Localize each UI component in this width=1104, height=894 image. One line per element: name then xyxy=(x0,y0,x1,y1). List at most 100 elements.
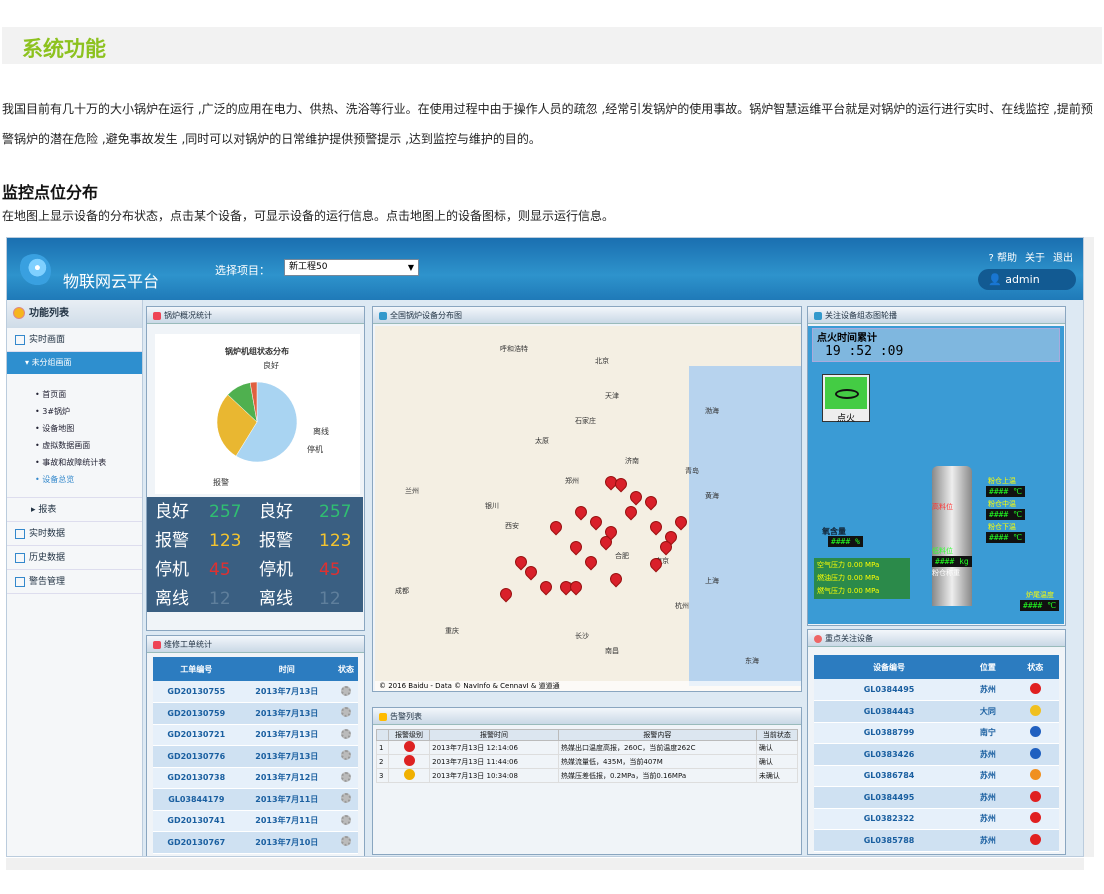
map-pin-icon[interactable] xyxy=(672,513,690,531)
table-row[interactable]: GD20130738 2013年7月12日 xyxy=(153,767,358,789)
status-light-icon xyxy=(1011,786,1059,809)
stat-row: 停机 45 停机 45 xyxy=(147,559,363,582)
col-state: 当前状态 xyxy=(755,729,799,741)
order-time: 2013年7月13日 xyxy=(239,702,334,725)
horizontal-scrollbar[interactable] xyxy=(6,858,1084,870)
map-pin-icon[interactable] xyxy=(587,513,605,531)
stat-label: 良好 xyxy=(259,502,293,522)
map-city-label: 太原 xyxy=(535,437,549,445)
table-row[interactable]: GL0386784 苏州 xyxy=(814,765,1059,787)
sidebar-sub-accident[interactable]: • 事故和故障统计表 xyxy=(7,454,142,471)
warning-icon xyxy=(379,712,387,721)
table-row[interactable]: 1 2013年7月13日 12:14:06 热媒出口温度高报，260C，当前温度26… xyxy=(376,740,799,755)
logo-icon xyxy=(17,254,51,288)
stat-label: 报警 xyxy=(155,531,189,551)
gear-icon xyxy=(333,681,358,703)
logout-link[interactable]: 退出 xyxy=(1053,253,1073,264)
col-dev-status: 状态 xyxy=(1011,655,1059,679)
stat-value: 12 xyxy=(319,589,341,609)
about-link[interactable]: 关于 xyxy=(1025,253,1045,264)
order-id: GD20130759 xyxy=(153,702,240,725)
sidebar-item-ungrouped[interactable]: ▾ 未分组画面 xyxy=(7,352,142,374)
user-icon: 👤 xyxy=(988,273,1002,286)
col-order: 工单编号 xyxy=(153,657,240,681)
time-label: 点火时间累计 xyxy=(817,333,877,344)
sidebar-sub-boiler3[interactable]: • 3#锅炉 xyxy=(7,403,142,420)
sidebar-item-realtime[interactable]: 实时画面 xyxy=(7,328,142,352)
alarm-level-icon xyxy=(387,768,431,783)
ignite-button[interactable]: 点火 xyxy=(822,374,870,424)
diagram-panel-header: 关注设备组态图轮播 xyxy=(808,307,1065,324)
col-level: 报警级别 xyxy=(387,729,431,741)
sidebar-item-realdata[interactable]: 实时数据 xyxy=(7,522,142,546)
table-row[interactable]: 2 2013年7月13日 11:44:06 热媒流量低，435M，当前407M 确认 xyxy=(376,754,799,769)
map-pin-icon[interactable] xyxy=(547,518,565,536)
col-content: 报警内容 xyxy=(557,729,757,741)
table-row[interactable]: GL0384495 苏州 xyxy=(814,786,1059,809)
table-row[interactable]: GD20130721 2013年7月13日 xyxy=(153,724,358,746)
device-location: 南宁 xyxy=(964,722,1012,744)
map-city-label: 长沙 xyxy=(575,632,589,640)
map-city-label: 东海 xyxy=(745,657,759,665)
map-panel: 全国锅炉设备分布图 © 2016 Baidu - Data © NavInfo … xyxy=(372,306,802,692)
map-pin-icon[interactable] xyxy=(582,553,600,571)
map-pin-icon[interactable] xyxy=(642,493,660,511)
table-row[interactable]: GD20130767 2013年7月10日 xyxy=(153,831,358,854)
table-row[interactable]: GL0383426 苏州 xyxy=(814,743,1059,766)
table-row[interactable]: GD20130759 2013年7月13日 xyxy=(153,702,358,725)
order-time: 2013年7月11日 xyxy=(239,810,334,832)
table-row[interactable]: GL0384443 大同 xyxy=(814,700,1059,723)
vertical-scrollbar[interactable] xyxy=(1084,237,1094,857)
device-location: 苏州 xyxy=(964,786,1012,809)
device-location: 苏州 xyxy=(964,679,1012,701)
app-header: 物联网云平台 选择项目： 新工程50 ▼ ? 帮助 关于 退出 👤 admin xyxy=(7,238,1083,300)
table-row[interactable]: GL0384495 苏州 xyxy=(814,679,1059,701)
device-id: GL0386784 xyxy=(814,765,965,787)
table-row[interactable]: GD20130741 2013年7月11日 xyxy=(153,810,358,832)
order-time: 2013年7月13日 xyxy=(239,724,334,746)
table-row[interactable]: GL0385788 苏州 xyxy=(814,829,1059,852)
sidebar-sub-map[interactable]: • 设备地图 xyxy=(7,420,142,437)
sidebar-item-report[interactable]: ▸ 报表 xyxy=(7,498,142,522)
platform-screenshot: 物联网云平台 选择项目： 新工程50 ▼ ? 帮助 关于 退出 👤 admin 功能列… xyxy=(6,237,1084,857)
top-links: ? 帮助 关于 退出 xyxy=(981,249,1074,264)
gear-icon xyxy=(333,745,358,768)
pie-chart: 锅炉机组状态分布 良好 离线 停机 报警 xyxy=(213,346,329,487)
china-map[interactable]: © 2016 Baidu - Data © NavInfo & CennavI … xyxy=(375,326,801,691)
project-select[interactable]: 新工程50 ▼ xyxy=(284,259,419,276)
table-row[interactable]: GL0382322 苏州 xyxy=(814,808,1059,830)
map-pin-icon[interactable] xyxy=(537,578,555,596)
table-row[interactable]: 3 2013年7月13日 10:34:08 热媒压差低报，0.2MPa，当前0.16… xyxy=(376,768,799,783)
user-badge[interactable]: 👤 admin xyxy=(978,269,1076,290)
map-pin-icon[interactable] xyxy=(607,570,625,588)
sidebar-sub-virtual[interactable]: • 虚拟数据画面 xyxy=(7,437,142,454)
sidebar-item-alarm[interactable]: 警告管理 xyxy=(7,570,142,594)
focus-panel-header: 重点关注设备 xyxy=(808,630,1065,647)
screen-icon xyxy=(15,334,25,345)
map-pin-icon[interactable] xyxy=(497,585,515,603)
map-pin-icon[interactable] xyxy=(627,488,645,506)
table-row[interactable]: GD20130755 2013年7月13日 xyxy=(153,681,358,703)
table-row[interactable]: GL0388799 南宁 xyxy=(814,722,1059,744)
map-pin-icon[interactable] xyxy=(647,518,665,536)
table-row[interactable]: GL03844179 2013年7月11日 xyxy=(153,788,358,811)
app-title: 物联网云平台 xyxy=(63,272,160,291)
alarm-panel-header: 告警列表 xyxy=(373,708,801,725)
sidebar-item-history[interactable]: 历史数据 xyxy=(7,546,142,570)
sidebar-sub-home[interactable]: • 首页面 xyxy=(7,386,142,403)
map-pin-icon[interactable] xyxy=(567,538,585,556)
focus-table: 设备编号 位置 状态 GL0384495 苏州 GL0384443 大同 GL0388799… xyxy=(814,655,1059,852)
help-link[interactable]: ? 帮助 xyxy=(989,253,1018,264)
pie-label-stop: 停机 xyxy=(307,444,323,454)
table-row[interactable]: GD20130776 2013年7月13日 xyxy=(153,745,358,768)
device-id: GL0385788 xyxy=(814,829,965,852)
map-city-label: 杭州 xyxy=(675,602,689,610)
device-id: GL0384495 xyxy=(814,679,965,701)
map-pin-icon[interactable] xyxy=(572,503,590,521)
stat-value: 257 xyxy=(319,502,352,522)
map-pin-icon[interactable] xyxy=(622,503,640,521)
stat-value: 257 xyxy=(209,502,242,522)
sidebar-sub-overview[interactable]: • 设备总览 xyxy=(7,471,142,488)
time-box: 点火时间累计 19 :52 :09 xyxy=(812,328,1060,362)
device-location: 苏州 xyxy=(964,829,1012,852)
